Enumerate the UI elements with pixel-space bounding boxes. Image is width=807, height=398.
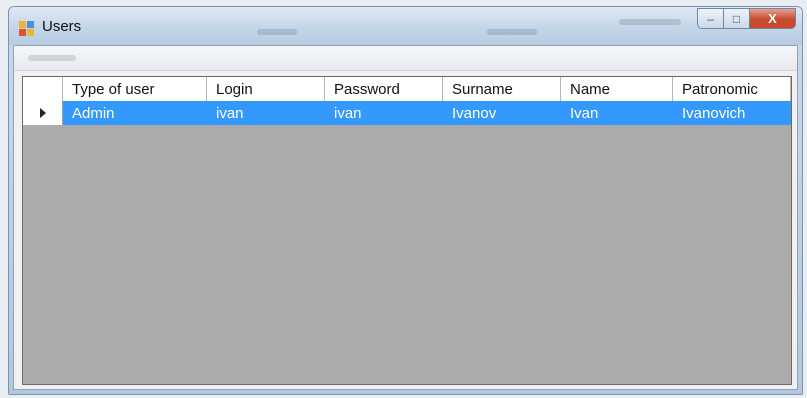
background-ghost-text: [619, 19, 681, 25]
maximize-icon: □: [732, 11, 741, 26]
column-header[interactable]: Type of user: [63, 77, 207, 101]
column-header[interactable]: Surname: [443, 77, 561, 101]
window-controls: – □ X: [697, 8, 796, 30]
table-row[interactable]: Admin ivan ivan Ivanov Ivan Ivanovich: [23, 101, 791, 125]
close-button[interactable]: X: [750, 8, 796, 29]
users-window: Users – □ X Type of user Login Password: [8, 6, 803, 395]
minimize-button[interactable]: –: [697, 8, 724, 29]
minimize-icon: –: [707, 11, 714, 26]
row-header-corner[interactable]: [23, 77, 63, 101]
row-header[interactable]: [23, 101, 63, 125]
table-cell[interactable]: Ivan: [561, 101, 673, 125]
row-pointer-icon: [39, 108, 46, 118]
client-area: Type of user Login Password Surname Name…: [13, 45, 798, 390]
table-cell[interactable]: Ivanov: [443, 101, 561, 125]
background-ghost-text: [487, 29, 537, 35]
table-cell[interactable]: Ivanovich: [673, 101, 791, 125]
column-header[interactable]: Login: [207, 77, 325, 101]
app-icon: [19, 21, 35, 37]
column-header[interactable]: Name: [561, 77, 673, 101]
background-ghost-text: [28, 55, 76, 61]
grid-header: Type of user Login Password Surname Name…: [23, 77, 791, 102]
table-cell[interactable]: Admin: [63, 101, 207, 125]
table-cell[interactable]: ivan: [325, 101, 443, 125]
users-data-grid[interactable]: Type of user Login Password Surname Name…: [22, 76, 792, 385]
title-bar[interactable]: Users – □ X: [9, 7, 802, 45]
maximize-button[interactable]: □: [724, 8, 750, 29]
tool-strip: [14, 46, 797, 71]
column-header[interactable]: Patronomic: [673, 77, 791, 101]
background-ghost-text: [257, 29, 297, 35]
column-header[interactable]: Password: [325, 77, 443, 101]
close-icon: X: [768, 11, 777, 26]
window-title: Users: [42, 18, 82, 35]
table-cell[interactable]: ivan: [207, 101, 325, 125]
